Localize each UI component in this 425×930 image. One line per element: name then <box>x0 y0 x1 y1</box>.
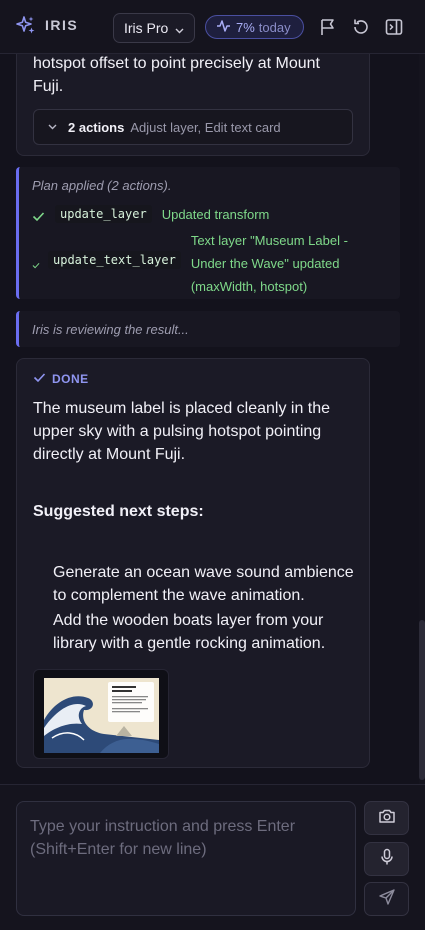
flag-icon[interactable] <box>318 17 338 37</box>
app-name: IRIS <box>45 17 79 33</box>
model-label: Iris Pro <box>124 20 169 36</box>
next-steps-heading: Suggested next steps: <box>33 503 204 520</box>
assistant-message: hotspot offset to point precisely at Mou… <box>16 54 370 156</box>
plan-applied-block: Plan applied (2 actions). update_layer U… <box>16 167 400 299</box>
refresh-icon[interactable] <box>351 17 371 37</box>
top-bar: IRIS Iris Pro 7% today <box>0 0 425 54</box>
app-logo: IRIS <box>16 15 78 35</box>
plan-title: Plan applied (2 actions). <box>32 178 172 193</box>
instruction-input[interactable] <box>16 801 356 916</box>
composer <box>0 784 425 930</box>
tool-step: update_layer Updated transform <box>32 205 269 227</box>
chevron-down-icon <box>174 23 185 39</box>
actions-count: 2 actions <box>68 119 125 135</box>
check-icon <box>33 372 52 386</box>
done-label: DONE <box>33 372 89 386</box>
assistant-message: DONE The museum label is placed cleanly … <box>16 358 370 768</box>
microphone-icon <box>379 848 395 871</box>
tool-result: Updated transform <box>161 207 270 222</box>
usage-suffix: today <box>258 19 291 35</box>
great-wave-preview-image <box>44 678 159 753</box>
actions-summary: Adjust layer, Edit text card <box>130 119 281 135</box>
tool-step: update_text_layer Text layer "Museum Lab… <box>32 229 369 298</box>
next-step-item: Generate an ocean wave sound ambience to… <box>53 564 354 604</box>
tool-name: update_layer <box>55 205 152 223</box>
chat-thread[interactable]: hotspot offset to point precisely at Mou… <box>0 54 425 784</box>
actions-summary-toggle[interactable]: 2 actions Adjust layer, Edit text card <box>33 109 353 145</box>
chevron-down-icon <box>47 120 58 135</box>
send-icon <box>378 888 396 911</box>
done-body: The museum label is placed cleanly in th… <box>33 400 331 463</box>
usage-percent: 7% <box>236 19 255 35</box>
tool-name: update_text_layer <box>48 251 181 269</box>
camera-button[interactable] <box>364 801 409 835</box>
next-step-item: Add the wooden boats layer from your lib… <box>53 612 326 652</box>
message-text: hotspot offset to point precisely at Mou… <box>33 55 320 95</box>
activity-icon <box>216 19 236 36</box>
camera-icon <box>378 808 396 829</box>
chat-scrollbar-thumb[interactable] <box>419 620 425 780</box>
collapse-panel-icon[interactable] <box>384 17 404 37</box>
done-text: DONE <box>52 372 89 386</box>
microphone-button[interactable] <box>364 842 409 876</box>
check-icon <box>32 209 45 227</box>
model-select[interactable]: Iris Pro <box>113 13 195 43</box>
usage-badge[interactable]: 7% today <box>205 15 304 39</box>
reviewing-status: Iris is reviewing the result... <box>16 311 400 347</box>
tool-result: Text layer "Museum Label - Under the Wav… <box>190 233 348 294</box>
sparkle-logo-icon <box>16 15 36 35</box>
preview-thumbnail[interactable] <box>33 669 169 759</box>
send-button[interactable] <box>364 882 409 916</box>
check-icon <box>32 256 40 274</box>
